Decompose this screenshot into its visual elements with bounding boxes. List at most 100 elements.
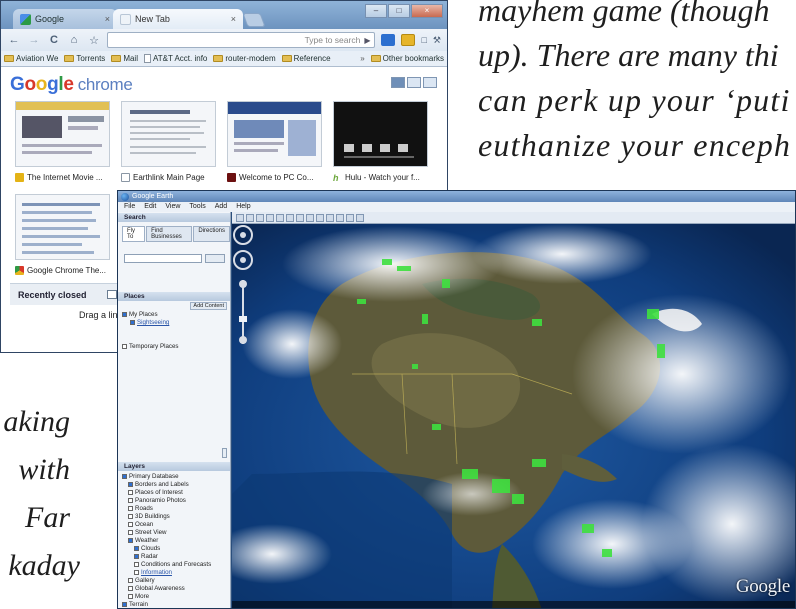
close-button[interactable]: × — [411, 4, 443, 18]
toolbar-placemark-icon[interactable] — [246, 213, 254, 222]
bookmark-folder[interactable]: Torrents — [64, 54, 105, 63]
tab-directions[interactable]: Directions — [193, 226, 230, 242]
layer-item[interactable]: Clouds — [122, 545, 211, 553]
layer-item[interactable]: Places of Interest — [122, 489, 211, 497]
fly-to-input[interactable] — [124, 254, 202, 263]
window-controls: – □ × — [365, 4, 443, 18]
layer-item[interactable]: Conditions and Forecasts — [122, 561, 211, 569]
toolbar-sky-icon[interactable] — [316, 213, 324, 222]
layer-item[interactable]: Roads — [122, 505, 211, 513]
most-visited-tile[interactable]: The Internet Movie ... — [15, 101, 110, 184]
menu-edit[interactable]: Edit — [144, 202, 156, 212]
tab-new-tab[interactable]: New Tab × — [113, 9, 243, 29]
menu-help[interactable]: Help — [236, 202, 250, 212]
toolbar-email-icon[interactable] — [336, 213, 344, 222]
bookmarks-overflow[interactable]: » — [360, 54, 364, 63]
magazine-text-top-right: mayhem game (though up). There are many … — [478, 0, 796, 193]
earth-3d-viewer[interactable]: Google — [232, 224, 795, 608]
layer-item[interactable]: More — [122, 593, 211, 601]
page-menu-icon[interactable]: □ — [421, 35, 426, 45]
earth-titlebar[interactable]: Google Earth — [118, 191, 795, 202]
layer-item[interactable]: Information — [122, 569, 211, 577]
menu-view[interactable]: View — [165, 202, 180, 212]
most-visited-tile[interactable]: Google Chrome The... — [15, 194, 110, 277]
toolbar-print-icon[interactable] — [346, 213, 354, 222]
toolbar-ruler-icon[interactable] — [326, 213, 334, 222]
toolbar-sun-icon[interactable] — [306, 213, 314, 222]
toolbar-history-icon[interactable] — [296, 213, 304, 222]
hide-view-icon[interactable] — [423, 77, 437, 88]
extension-mail-icon[interactable] — [381, 34, 396, 46]
layers-panel-header[interactable]: Layers — [118, 462, 230, 471]
tree-item[interactable]: Temporary Places — [122, 343, 179, 351]
folder-icon — [111, 55, 122, 62]
reload-icon[interactable]: C — [47, 34, 61, 46]
layers-tree: Primary Database Borders and Labels Plac… — [122, 473, 211, 608]
layer-item[interactable]: Panoramio Photos — [122, 497, 211, 505]
layer-item[interactable]: Borders and Labels — [122, 481, 211, 489]
layer-item[interactable]: Global Awareness — [122, 585, 211, 593]
layer-item[interactable]: Gallery — [122, 577, 211, 585]
bookmark-folder[interactable]: router-modem — [213, 54, 276, 63]
chrome-titlebar[interactable]: Google × New Tab × – □ × — [1, 1, 447, 29]
tab-find-businesses[interactable]: Find Businesses — [146, 226, 193, 242]
home-icon[interactable]: ⌂ — [67, 34, 81, 46]
toolbar-path-icon[interactable] — [266, 213, 274, 222]
folder-icon — [4, 55, 14, 62]
layer-item[interactable]: Ocean — [122, 521, 211, 529]
chrome-toolbar: ← → C ⌂ ☆ Type to search ▶ □ ⚒ — [1, 29, 447, 51]
menu-tools[interactable]: Tools — [189, 202, 205, 212]
navigation-controls[interactable] — [232, 224, 254, 364]
google-icon — [20, 13, 31, 25]
bookmark-folder[interactable]: Mail — [111, 54, 138, 63]
most-visited-tile[interactable]: Welcome to PC Co... — [227, 101, 322, 184]
menu-add[interactable]: Add — [215, 202, 227, 212]
tab-fly-to[interactable]: Fly To — [122, 226, 146, 242]
fly-to-search-button[interactable] — [205, 254, 225, 263]
minimize-button[interactable]: – — [365, 4, 387, 18]
close-tab-icon[interactable]: × — [231, 14, 236, 24]
close-tab-icon[interactable]: × — [105, 14, 110, 24]
layer-item[interactable]: Primary Database — [122, 473, 211, 481]
tree-item[interactable]: My Places — [122, 311, 179, 319]
layer-item[interactable]: Terrain — [122, 601, 211, 608]
go-icon[interactable]: ▶ — [364, 36, 370, 45]
layer-item[interactable]: Radar — [122, 553, 211, 561]
magazine-line: mayhem game (though — [478, 0, 770, 28]
imdb-icon — [15, 172, 24, 182]
omnibox[interactable]: Type to search ▶ — [107, 32, 376, 48]
star-icon[interactable]: ☆ — [87, 34, 101, 47]
new-tab-button[interactable] — [242, 13, 266, 27]
layer-item[interactable]: 3D Buildings — [122, 513, 211, 521]
layer-item[interactable]: Street View — [122, 529, 211, 537]
forward-icon[interactable]: → — [27, 34, 41, 46]
back-icon[interactable]: ← — [7, 34, 21, 46]
thumbnail-view-icon[interactable] — [391, 77, 405, 88]
maximize-button[interactable]: □ — [388, 4, 410, 18]
menu-file[interactable]: File — [124, 202, 135, 212]
add-content-button[interactable]: Add Content — [190, 302, 227, 310]
bookmark-folder[interactable]: Reference — [281, 54, 331, 63]
toolbar-maps-icon[interactable] — [356, 213, 364, 222]
magazine-line: up). There are many thi — [478, 37, 779, 73]
most-visited-tile[interactable]: h Hulu - Watch your f... — [333, 101, 428, 184]
places-panel-header[interactable]: Places — [118, 292, 230, 301]
tile-label: The Internet Movie ... — [15, 170, 110, 184]
sidebar-scroll-handle[interactable] — [222, 448, 227, 458]
most-visited-tile[interactable]: Earthlink Main Page — [121, 101, 216, 184]
window-title: Google Earth — [132, 193, 174, 200]
tree-item[interactable]: Sightseeing — [122, 319, 179, 327]
list-view-icon[interactable] — [407, 77, 421, 88]
extension-weather-icon[interactable] — [401, 34, 416, 46]
toolbar-tour-icon[interactable] — [286, 213, 294, 222]
tab-google[interactable]: Google × — [13, 9, 117, 29]
toolbar-sidebar-icon[interactable] — [236, 213, 244, 222]
toolbar-overlay-icon[interactable] — [276, 213, 284, 222]
layer-item[interactable]: Weather — [122, 537, 211, 545]
other-bookmarks[interactable]: Other bookmarks — [370, 54, 444, 63]
bookmark-folder[interactable]: Aviation We — [4, 54, 58, 63]
bookmark-page[interactable]: AT&T Acct. info — [143, 54, 207, 63]
tools-menu-icon[interactable]: ⚒ — [433, 35, 441, 46]
search-panel-header[interactable]: Search — [118, 213, 230, 222]
toolbar-polygon-icon[interactable] — [256, 213, 264, 222]
